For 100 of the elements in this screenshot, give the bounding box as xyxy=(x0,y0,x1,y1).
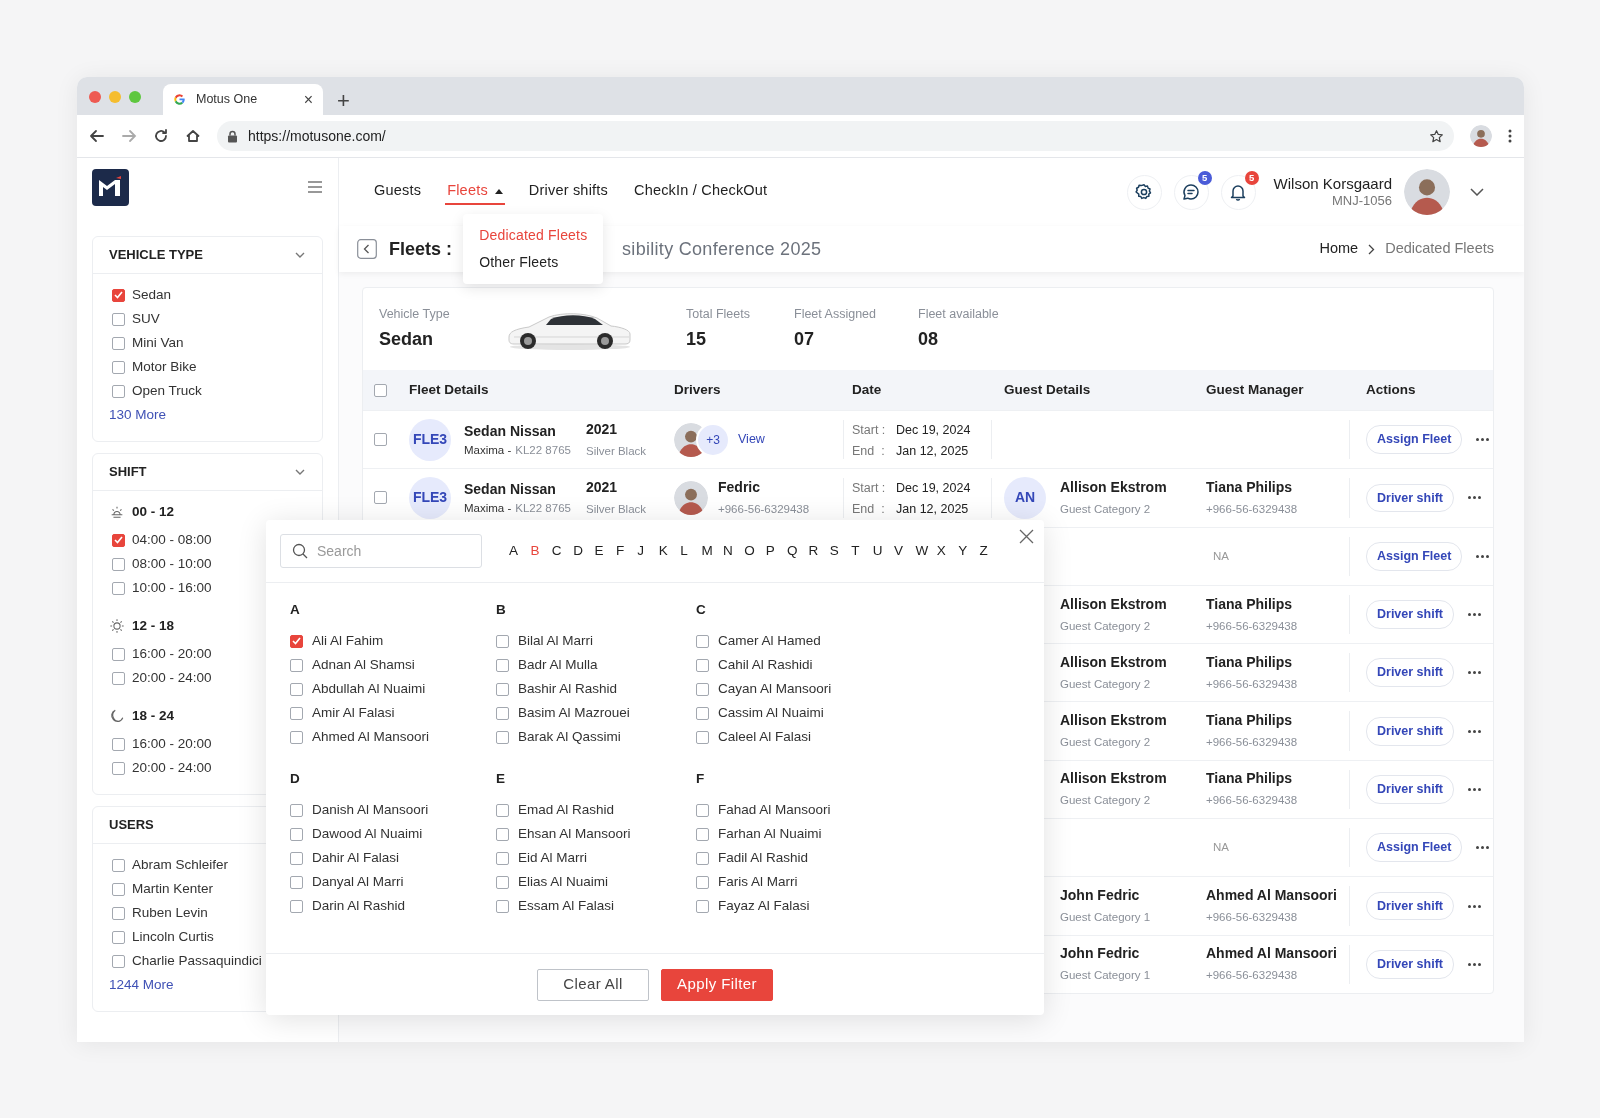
chevron-down-icon[interactable] xyxy=(294,251,306,259)
checkbox[interactable] xyxy=(496,851,509,865)
address-bar[interactable]: https://motusone.com/ xyxy=(217,121,1454,151)
more-icon[interactable] xyxy=(1468,671,1481,675)
more-icon[interactable] xyxy=(1468,962,1481,966)
letter-filter[interactable]: T xyxy=(851,540,873,562)
menu-icon[interactable] xyxy=(307,181,323,193)
checkbox[interactable] xyxy=(496,634,509,648)
more-link[interactable]: 1244 More xyxy=(109,973,174,997)
search-field[interactable]: Search xyxy=(280,534,482,568)
action-button[interactable]: Assign Fleet xyxy=(1366,833,1463,863)
checkbox[interactable] xyxy=(112,858,125,872)
checkbox[interactable] xyxy=(696,634,709,648)
clear-button[interactable]: Clear All xyxy=(537,968,649,1001)
letter-filter[interactable]: M xyxy=(701,540,723,562)
checkbox[interactable] xyxy=(696,803,709,817)
letter-filter[interactable]: Q xyxy=(787,540,809,562)
checkbox[interactable] xyxy=(290,803,303,817)
checkbox[interactable] xyxy=(696,827,709,841)
home-icon[interactable] xyxy=(185,128,201,144)
letter-filter[interactable]: J xyxy=(637,540,659,562)
checkbox[interactable] xyxy=(290,706,303,720)
action-button[interactable]: Driver shift xyxy=(1366,891,1454,921)
letter-filter[interactable]: B xyxy=(530,540,552,562)
checkbox[interactable] xyxy=(290,634,303,648)
checkbox[interactable] xyxy=(112,312,125,326)
letter-filter[interactable]: L xyxy=(680,540,702,562)
new-tab-button[interactable]: + xyxy=(337,90,350,112)
more-icon[interactable] xyxy=(1476,438,1490,442)
action-button[interactable]: Assign Fleet xyxy=(1366,425,1463,454)
checkbox[interactable] xyxy=(696,730,709,744)
browser-tab[interactable]: Motus One × xyxy=(163,84,323,115)
letter-filter[interactable]: D xyxy=(573,540,595,562)
letter-filter[interactable]: E xyxy=(594,540,616,562)
checkbox[interactable] xyxy=(290,730,303,744)
checkbox[interactable] xyxy=(112,288,125,302)
letter-filter[interactable]: U xyxy=(872,540,895,562)
chevron-down-icon[interactable] xyxy=(1470,188,1484,196)
more-icon[interactable] xyxy=(1468,613,1481,617)
checkbox[interactable] xyxy=(696,899,709,913)
checkbox[interactable] xyxy=(290,682,303,696)
view-link[interactable]: View xyxy=(738,430,765,449)
checkbox[interactable] xyxy=(112,954,125,968)
letter-filter[interactable]: O xyxy=(744,540,766,562)
checkbox[interactable] xyxy=(496,875,509,889)
more-icon[interactable] xyxy=(1476,846,1490,850)
action-button[interactable]: Driver shift xyxy=(1366,658,1454,688)
checkbox[interactable] xyxy=(696,658,709,672)
checkbox[interactable] xyxy=(112,336,125,350)
messages-button[interactable]: 5 xyxy=(1173,174,1209,210)
checkbox[interactable] xyxy=(696,706,709,720)
more-icon[interactable] xyxy=(1468,729,1481,733)
back-icon[interactable] xyxy=(89,128,105,144)
checkbox[interactable] xyxy=(496,803,509,817)
nav-tab[interactable]: Guests xyxy=(372,158,424,226)
letter-filter[interactable]: Y xyxy=(958,540,980,562)
action-button[interactable]: Driver shift xyxy=(1366,483,1454,513)
checkbox[interactable] xyxy=(374,433,387,447)
apply-button[interactable]: Apply Filter xyxy=(661,968,773,1001)
letter-filter[interactable]: V xyxy=(894,540,916,562)
close-window-button[interactable] xyxy=(89,91,101,103)
checkbox[interactable] xyxy=(112,671,125,685)
letter-filter[interactable]: R xyxy=(808,540,830,562)
maximize-window-button[interactable] xyxy=(129,91,141,103)
breadcrumb-item[interactable]: Home xyxy=(1319,238,1359,260)
letter-filter[interactable]: A xyxy=(509,540,531,562)
checkbox[interactable] xyxy=(112,533,125,547)
letter-filter[interactable]: F xyxy=(615,540,638,562)
more-icon[interactable] xyxy=(1476,554,1490,558)
letter-filter[interactable]: Z xyxy=(979,540,1001,562)
forward-icon[interactable] xyxy=(121,128,137,144)
checkbox[interactable] xyxy=(112,930,125,944)
checkbox[interactable] xyxy=(112,761,125,775)
checkbox[interactable] xyxy=(112,906,125,920)
action-button[interactable]: Driver shift xyxy=(1366,716,1454,746)
checkbox[interactable] xyxy=(374,491,387,505)
checkbox[interactable] xyxy=(290,827,303,841)
checkbox[interactable] xyxy=(112,737,125,751)
minimize-window-button[interactable] xyxy=(109,91,121,103)
back-button[interactable] xyxy=(357,239,377,259)
more-link[interactable]: 130 More xyxy=(109,403,167,427)
checkbox[interactable] xyxy=(290,658,303,672)
letter-filter[interactable]: X xyxy=(936,540,959,562)
checkbox[interactable] xyxy=(696,851,709,865)
action-button[interactable]: Driver shift xyxy=(1366,775,1454,804)
checkbox[interactable] xyxy=(496,706,509,720)
checkbox[interactable] xyxy=(696,875,709,889)
star-icon[interactable] xyxy=(1429,128,1444,144)
checkbox[interactable] xyxy=(290,875,303,889)
letter-filter[interactable]: W xyxy=(915,540,937,562)
action-button[interactable]: Driver shift xyxy=(1366,949,1454,979)
action-button[interactable]: Driver shift xyxy=(1366,600,1454,629)
settings-button[interactable] xyxy=(1126,174,1162,210)
chevron-down-icon[interactable] xyxy=(294,468,306,476)
letter-filter[interactable]: C xyxy=(551,540,574,562)
close-tab-button[interactable]: × xyxy=(303,91,313,108)
checkbox[interactable] xyxy=(496,730,509,744)
checkbox[interactable] xyxy=(496,682,509,696)
more-menu-icon[interactable] xyxy=(1508,129,1512,143)
more-icon[interactable] xyxy=(1468,904,1481,908)
